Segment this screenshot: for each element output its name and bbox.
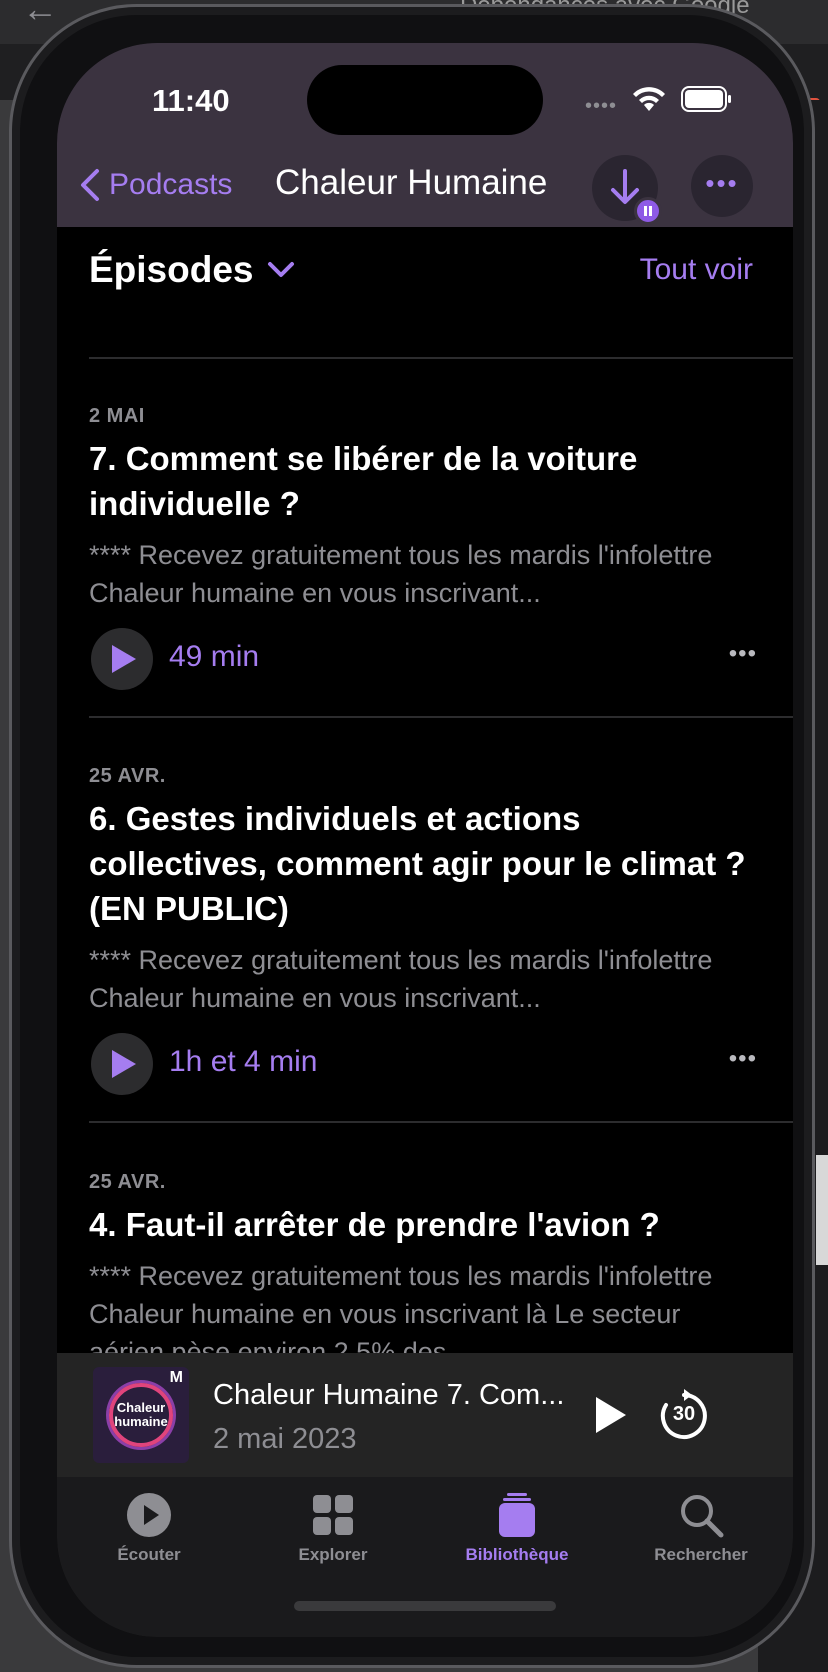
skip-forward-button[interactable]: 30 <box>657 1389 711 1443</box>
episode-title: 4. Faut-il arrêter de prendre l'avion ? <box>89 1206 660 1243</box>
chevron-left-icon <box>81 169 99 201</box>
artwork-text: Chaleur humaine <box>114 1400 168 1429</box>
episode-description: **** Recevez gratuitement tous les mardi… <box>89 540 713 608</box>
see-all-link[interactable]: Tout voir <box>640 253 753 287</box>
wifi-icon <box>633 87 665 111</box>
episode-description: **** Recevez gratuitement tous les mardi… <box>89 945 713 1013</box>
now-playing-date: 2 mai 2023 <box>213 1423 357 1455</box>
desktop-scrollbar[interactable] <box>816 1155 828 1265</box>
tab-label: Bibliothèque <box>465 1545 569 1564</box>
divider <box>89 1121 793 1123</box>
play-icon <box>112 645 136 673</box>
tab-bar: Écouter Explorer Bibliothèque Rechercher <box>57 1477 793 1637</box>
pause-badge-icon <box>634 197 662 225</box>
tab-explore[interactable]: Explorer <box>241 1491 425 1565</box>
episode-date: 2 MAI <box>89 405 145 427</box>
episode-actions: 49 min ••• <box>89 628 756 692</box>
signal-dots-icon: •••• <box>585 95 618 117</box>
divider <box>89 716 793 718</box>
artwork-logo: M <box>169 1369 183 1386</box>
page-title: Chaleur Humaine <box>275 163 548 202</box>
back-button[interactable]: Podcasts <box>75 167 232 203</box>
ellipsis-icon: ••• <box>705 168 739 198</box>
episode-title: 6. Gestes individuels et actions collect… <box>89 800 746 927</box>
phone-screen: 11:40 •••• Podcasts Chaleur Humaine ••• … <box>57 43 793 1637</box>
episode-date: 25 AVR. <box>89 1171 166 1193</box>
episode-title: 7. Comment se libérer de la voiture indi… <box>89 440 638 522</box>
library-stack-icon <box>499 1493 535 1537</box>
tab-search[interactable]: Rechercher <box>609 1491 793 1565</box>
episode-more-button[interactable]: ••• <box>729 640 757 668</box>
phone-frame: 11:40 •••• Podcasts Chaleur Humaine ••• … <box>9 4 815 1668</box>
nav-header: 11:40 •••• Podcasts Chaleur Humaine ••• <box>57 43 793 227</box>
play-icon <box>112 1050 136 1078</box>
episode-more-button[interactable]: ••• <box>729 1045 757 1073</box>
chevron-down-icon <box>267 262 294 277</box>
episode-duration: 1h et 4 min <box>169 1045 318 1078</box>
skip-seconds: 30 <box>672 1403 696 1425</box>
episode-play-button[interactable] <box>91 628 153 690</box>
play-circle-icon <box>127 1493 171 1537</box>
divider <box>89 357 793 359</box>
more-options-button[interactable]: ••• <box>691 155 753 217</box>
grid-icon <box>313 1495 353 1535</box>
now-playing-title: Chaleur Humaine 7. Com... <box>213 1379 565 1411</box>
back-label: Podcasts <box>109 168 233 201</box>
episode-date: 25 AVR. <box>89 765 166 787</box>
episodes-list: Épisodes Tout voir 2 MAI 7. Comment se l… <box>57 227 793 1385</box>
tab-library[interactable]: Bibliothèque <box>425 1491 609 1565</box>
tab-label: Rechercher <box>654 1545 748 1564</box>
tab-label: Écouter <box>117 1545 181 1564</box>
search-icon <box>681 1495 724 1538</box>
status-time: 11:40 <box>152 83 230 118</box>
episodes-filter[interactable]: Épisodes <box>89 249 296 291</box>
episode-item[interactable]: 25 AVR. 6. Gestes individuels et actions… <box>89 765 756 1097</box>
battery-icon <box>681 86 731 112</box>
podcast-artwork: Chaleur humaine M <box>93 1367 189 1463</box>
episode-item[interactable]: 2 MAI 7. Comment se libérer de la voitur… <box>89 405 756 692</box>
tab-label: Explorer <box>298 1545 368 1564</box>
episode-play-button[interactable] <box>91 1033 153 1095</box>
section-title: Épisodes <box>89 249 254 290</box>
play-button[interactable] <box>593 1395 629 1435</box>
download-button[interactable] <box>592 155 662 225</box>
episode-item[interactable]: 25 AVR. 4. Faut-il arrêter de prendre l'… <box>89 1171 749 1371</box>
dynamic-island <box>307 65 543 135</box>
home-indicator[interactable] <box>294 1601 556 1611</box>
episode-actions: 1h et 4 min ••• <box>89 1033 756 1097</box>
tab-listen[interactable]: Écouter <box>57 1491 241 1565</box>
episode-duration: 49 min <box>169 640 260 673</box>
mini-player[interactable]: Chaleur humaine M Chaleur Humaine 7. Com… <box>57 1353 793 1477</box>
